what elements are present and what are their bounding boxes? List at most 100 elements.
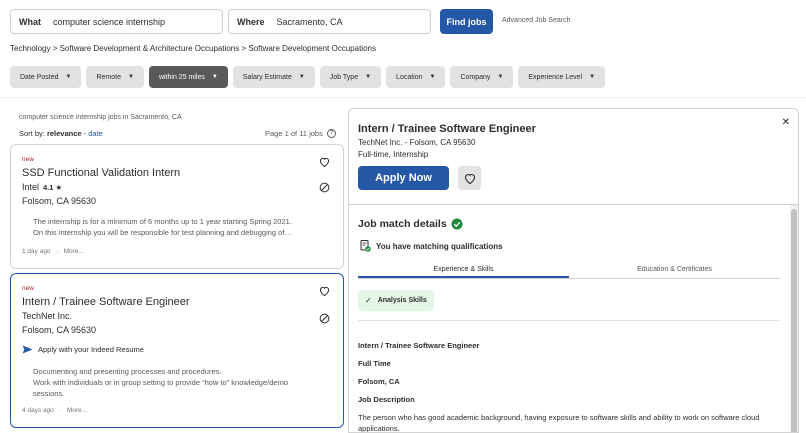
results-title: computer science internship jobs in Sacr… xyxy=(19,114,182,121)
where-input[interactable] xyxy=(276,16,427,27)
caret-down-icon: ▼ xyxy=(298,74,305,80)
job-footer: 1 day ago · More... xyxy=(22,248,84,255)
job-card[interactable]: new SSD Functional Validation Intern Int… xyxy=(10,144,344,269)
job-title[interactable]: SSD Functional Validation Intern xyxy=(22,167,180,179)
filter-company[interactable]: Company ▼ xyxy=(450,66,514,88)
page-info: Page 1 of 11 jobs ? xyxy=(265,129,336,138)
caret-down-icon: ▼ xyxy=(497,74,504,80)
company-rating: 4.1 ★ xyxy=(43,183,63,192)
detail-job-title: Intern / Trainee Software Engineer xyxy=(358,341,480,350)
filter-label: Remote xyxy=(96,73,121,81)
snippet-item: On this internship you will be responsib… xyxy=(33,227,333,238)
caret-down-icon: ▼ xyxy=(429,74,436,80)
snippet-item: The internship is for a minimum of 6 mon… xyxy=(33,216,333,227)
job-detail-panel: Intern / Trainee Software Engineer ✕ Tec… xyxy=(348,108,799,433)
company-label: Intel xyxy=(22,182,40,192)
company-name: Intel 4.1 ★ xyxy=(22,182,62,192)
job-card[interactable]: new Intern / Trainee Software Engineer T… xyxy=(10,273,344,428)
page-info-text: Page 1 of 11 jobs xyxy=(265,129,323,138)
job-snippet: Documenting and presenting processes and… xyxy=(33,366,333,399)
sort-by: Sort by: relevance - date xyxy=(19,129,103,138)
heart-icon[interactable] xyxy=(317,155,331,169)
skill-chip-label: Analysis Skills xyxy=(377,297,427,304)
divider xyxy=(358,320,780,321)
easy-apply-text: Apply with your Indeed Resume xyxy=(38,345,144,354)
tab-education-certificates[interactable]: Education & Certificates xyxy=(569,263,780,278)
breadcrumb[interactable]: Technology > Software Development & Arch… xyxy=(10,44,376,53)
find-jobs-button[interactable]: Find jobs xyxy=(440,9,493,34)
job-location: Folsom, CA 95630 xyxy=(22,196,97,206)
filter-location[interactable]: Location ▼ xyxy=(386,66,446,88)
help-icon[interactable]: ? xyxy=(326,129,336,138)
dot-separator: · xyxy=(52,248,62,255)
posted-date: 4 days ago xyxy=(22,407,54,414)
send-arrow-icon xyxy=(22,345,33,354)
heart-icon xyxy=(464,173,475,184)
scrollbar[interactable] xyxy=(790,205,798,432)
document-check-icon xyxy=(360,240,371,252)
filter-experience-level[interactable]: Experience Level ▼ xyxy=(518,66,606,88)
detail-job-type: Full Time xyxy=(358,359,391,368)
check-icon: ✓ xyxy=(365,296,372,305)
job-title[interactable]: Intern / Trainee Software Engineer xyxy=(22,296,190,308)
job-description-text: The person who has good academic backgro… xyxy=(358,413,760,433)
divider xyxy=(349,204,798,205)
advanced-job-search-link[interactable]: Advanced Job Search xyxy=(502,17,571,24)
new-badge: new xyxy=(22,156,34,163)
more-link[interactable]: More... xyxy=(67,407,87,414)
apply-now-button[interactable]: Apply Now xyxy=(358,166,449,190)
job-location: Folsom, CA 95630 xyxy=(22,325,97,335)
job-snippet: The internship is for a minimum of 6 mon… xyxy=(33,216,333,238)
check-circle-icon xyxy=(451,218,463,230)
tab-experience-skills[interactable]: Experience & Skills xyxy=(358,263,569,278)
filter-remote[interactable]: Remote ▼ xyxy=(86,66,144,88)
caret-down-icon: ▼ xyxy=(589,74,596,80)
divider xyxy=(0,97,806,98)
matching-qualifications: You have matching qualifications xyxy=(360,240,503,252)
filter-salary-estimate[interactable]: Salary Estimate ▼ xyxy=(232,66,315,88)
not-interested-icon[interactable] xyxy=(317,311,331,325)
filter-label: Date Posted xyxy=(20,73,59,81)
job-footer: 4 days ago · More... xyxy=(22,407,87,414)
caret-down-icon: ▼ xyxy=(65,74,72,80)
job-match-title: Job match details xyxy=(358,218,447,230)
easy-apply: Apply with your Indeed Resume xyxy=(22,345,144,354)
matching-qualifications-text: You have matching qualifications xyxy=(376,241,503,251)
not-interested-icon[interactable] xyxy=(317,180,331,194)
filter-label: Company xyxy=(460,73,491,81)
sort-prefix: Sort by: xyxy=(19,129,45,138)
company-name: TechNet Inc. xyxy=(22,311,73,321)
job-match-heading: Job match details xyxy=(358,218,463,230)
new-badge: new xyxy=(22,285,34,292)
filter-job-type[interactable]: Job Type ▼ xyxy=(319,66,382,88)
snippet-item: Documenting and presenting processes and… xyxy=(33,366,333,377)
filter-label: Salary Estimate xyxy=(242,73,292,81)
sort-date-link[interactable]: date xyxy=(88,129,103,138)
filter-label: Experience Level xyxy=(528,73,583,81)
more-link[interactable]: More... xyxy=(64,248,84,255)
save-job-button[interactable] xyxy=(458,166,481,190)
caret-down-icon: ▼ xyxy=(211,74,218,80)
filter-date-posted[interactable]: Date Posted ▼ xyxy=(10,66,82,88)
caret-down-icon: ▼ xyxy=(128,74,134,80)
dot-separator: · xyxy=(55,407,66,414)
posted-date: 1 day ago xyxy=(22,248,51,255)
skill-chip: ✓ Analysis Skills xyxy=(358,290,434,311)
heart-icon[interactable] xyxy=(317,284,331,298)
job-description-heading: Job Description xyxy=(358,395,415,404)
detail-location: Folsom, CA xyxy=(358,377,400,386)
sort-relevance: relevance xyxy=(46,129,82,138)
scrollbar-thumb[interactable] xyxy=(791,209,797,432)
what-input[interactable] xyxy=(53,16,203,27)
filter-label: within 25 miles xyxy=(158,73,205,81)
close-icon[interactable]: ✕ xyxy=(782,117,790,128)
snippet-item-continued: sessions. xyxy=(33,389,65,398)
what-search-field[interactable]: What xyxy=(10,9,223,34)
filter-distance[interactable]: within 25 miles ▼ xyxy=(148,66,228,88)
filter-bar: Date Posted ▼ Remote ▼ within 25 miles ▼ Sa… xyxy=(10,66,606,88)
snippet-item: Work with individuals or in group settin… xyxy=(33,377,333,388)
where-search-field[interactable]: Where xyxy=(228,9,431,34)
panel-job-type: Full-time, Internship xyxy=(358,150,429,159)
match-tabs: Experience & Skills Education & Certific… xyxy=(358,263,780,279)
filter-label: Job Type xyxy=(329,73,359,81)
